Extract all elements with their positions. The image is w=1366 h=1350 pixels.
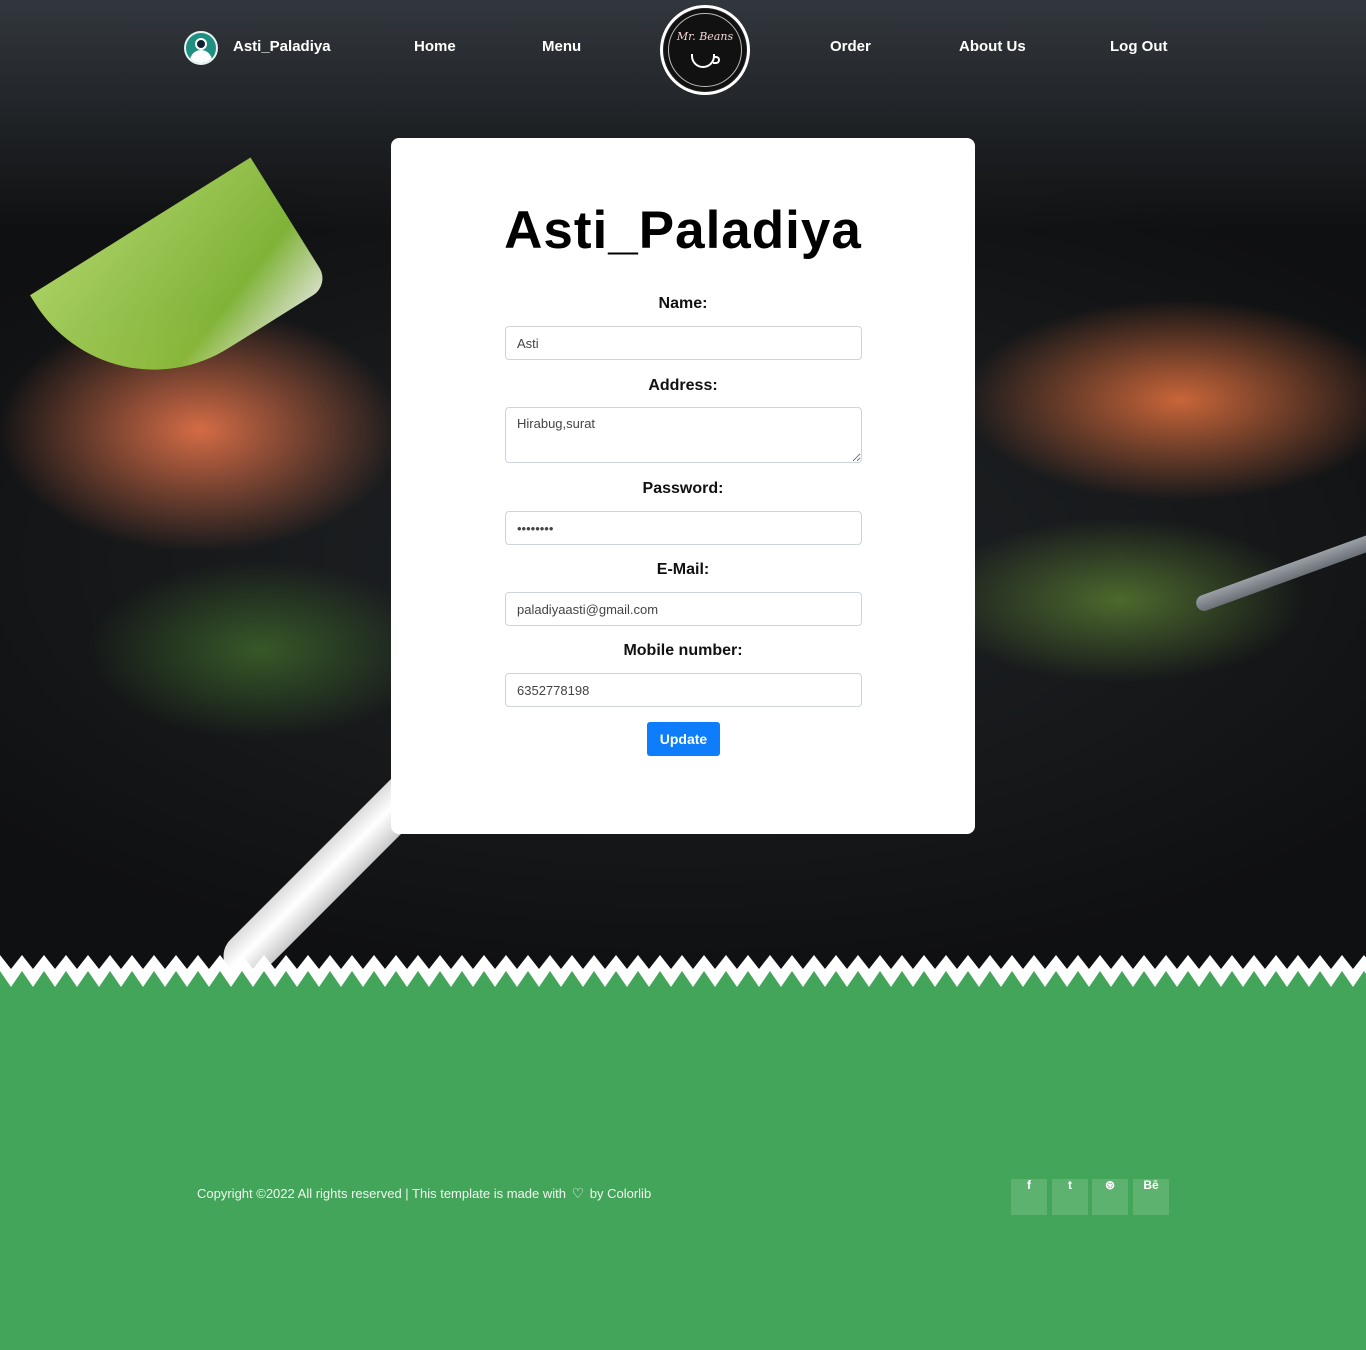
- logo-text: Mr. Beans: [676, 30, 734, 43]
- email-input[interactable]: [505, 592, 862, 626]
- twitter-icon[interactable]: t: [1052, 1179, 1088, 1215]
- colorlib-link[interactable]: by Colorlib: [590, 1186, 651, 1201]
- profile-title: Asti_Paladiya: [504, 201, 862, 260]
- fork-tine-graphic: [1193, 522, 1366, 614]
- user-avatar-icon[interactable]: [184, 31, 218, 65]
- password-label: Password:: [642, 480, 724, 497]
- brand-logo[interactable]: Mr. Beans: [660, 5, 750, 95]
- heart-icon: ♡: [571, 1185, 585, 1201]
- nav-about-link[interactable]: About Us: [959, 38, 1026, 55]
- copyright-before: Copyright ©2022 All rights reserved | Th…: [197, 1186, 566, 1201]
- nav-menu-link[interactable]: Menu: [542, 38, 581, 55]
- address-textarea[interactable]: Hirabug,surat: [505, 407, 862, 463]
- name-input[interactable]: [505, 326, 862, 360]
- logo-ring: [668, 13, 742, 87]
- facebook-icon[interactable]: f: [1011, 1179, 1047, 1215]
- zigzag-divider: [0, 955, 1366, 991]
- email-label: E-Mail:: [656, 561, 710, 578]
- password-input[interactable]: [505, 511, 862, 545]
- address-label: Address:: [648, 377, 718, 394]
- avatar-shoulders: [190, 50, 212, 63]
- copyright-text: Copyright ©2022 All rights reserved | Th…: [197, 1185, 651, 1202]
- nav-home-link[interactable]: Home: [414, 38, 456, 55]
- mobile-label: Mobile number:: [623, 642, 743, 659]
- profile-card: Asti_Paladiya Name: Address: Hirabug,sur…: [391, 138, 975, 834]
- dribbble-icon[interactable]: ⊛: [1092, 1179, 1128, 1215]
- nav-logout-link[interactable]: Log Out: [1110, 38, 1167, 55]
- nav-order-link[interactable]: Order: [830, 38, 871, 55]
- name-label: Name:: [658, 295, 708, 312]
- update-button[interactable]: Update: [647, 722, 720, 756]
- behance-icon[interactable]: Bē: [1133, 1179, 1169, 1215]
- profile-name-link[interactable]: Asti_Paladiya: [233, 38, 331, 55]
- avatar-head: [195, 38, 207, 50]
- mobile-input[interactable]: [505, 673, 862, 707]
